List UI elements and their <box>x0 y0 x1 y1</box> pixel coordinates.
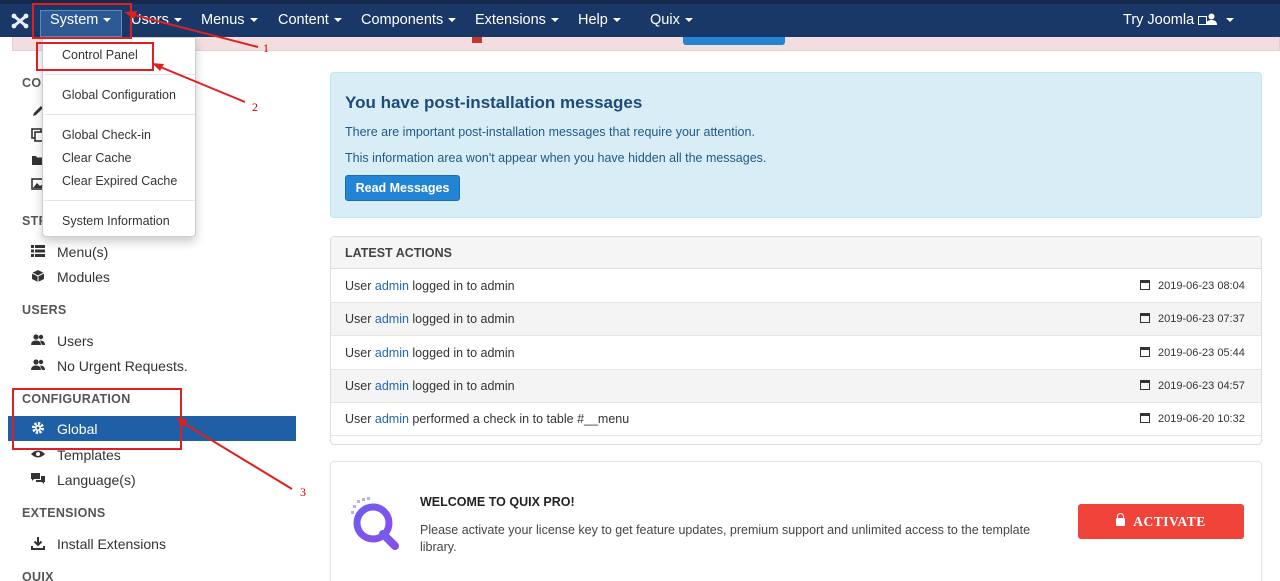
quix-logo-icon <box>349 496 403 550</box>
user-link[interactable]: admin <box>375 279 409 293</box>
nav-components[interactable]: Components <box>361 4 456 37</box>
chevron-down-icon <box>250 18 258 22</box>
dropdown-divider <box>44 114 195 115</box>
calendar-icon <box>1140 380 1150 390</box>
action-text: User admin logged in to admin <box>345 312 515 326</box>
nav-quix[interactable]: Quix <box>650 4 693 37</box>
table-row: User admin logged in to admin 2019-06-23… <box>331 303 1261 336</box>
chevron-down-icon <box>174 18 182 22</box>
alert-strip-button[interactable] <box>683 37 785 45</box>
sidebar-item-modules[interactable]: Modules <box>57 269 110 285</box>
chevron-down-icon <box>448 18 456 22</box>
user-link[interactable]: admin <box>375 379 409 393</box>
annotation-number-1: 1 <box>263 41 269 56</box>
quix-title: WELCOME TO QUIX PRO! <box>420 495 575 509</box>
chevron-down-icon <box>334 18 342 22</box>
nav-users[interactable]: Users <box>131 4 182 37</box>
action-date: 2019-06-23 04:57 <box>1140 380 1245 392</box>
action-text: User admin performed a check in to table… <box>345 412 629 426</box>
activate-button[interactable]: ACTIVATE <box>1078 504 1244 539</box>
nav-content[interactable]: Content <box>278 4 342 37</box>
chevron-down-icon <box>613 18 621 22</box>
comments-icon <box>31 472 45 486</box>
sidebar-item-menus[interactable]: Menu(s) <box>57 244 108 260</box>
dropdown-global-configuration[interactable]: Global Configuration <box>62 88 176 102</box>
sidebar-item-global[interactable] <box>8 416 296 441</box>
sidebar-heading-content: CO <box>22 76 41 90</box>
action-text: User admin logged in to admin <box>345 279 515 293</box>
nav-menus[interactable]: Menus <box>201 4 258 37</box>
joomla-logo-icon[interactable] <box>11 13 29 29</box>
postinstall-line-1: There are important post-installation me… <box>345 125 755 139</box>
user-link[interactable]: admin <box>375 312 409 326</box>
download-icon <box>31 536 45 550</box>
dropdown-control-panel[interactable]: Control Panel <box>62 48 138 62</box>
users-icon <box>31 358 45 372</box>
action-date: 2019-06-23 08:04 <box>1140 280 1245 292</box>
alert-strip <box>12 37 1280 51</box>
sidebar-heading-quix: QUIX <box>22 570 54 581</box>
quix-welcome-panel: WELCOME TO QUIX PRO! Please activate you… <box>330 461 1262 581</box>
sidebar-item-install-extensions[interactable]: Install Extensions <box>57 536 166 552</box>
sidebar-item-users[interactable]: Users <box>57 333 94 349</box>
action-date: 2019-06-23 07:37 <box>1140 313 1245 325</box>
latest-actions-panel: LATEST ACTIONS User admin logged in to a… <box>330 236 1262 445</box>
dropdown-clear-cache[interactable]: Clear Cache <box>62 151 131 165</box>
chevron-down-icon <box>685 18 693 22</box>
action-date: 2019-06-20 10:32 <box>1140 413 1245 425</box>
annotation-number-2: 2 <box>252 100 258 115</box>
postinstall-title: You have post-installation messages <box>345 93 642 113</box>
action-text: User admin logged in to admin <box>345 346 515 360</box>
cube-icon <box>31 269 45 283</box>
read-messages-button[interactable]: Read Messages <box>345 175 460 201</box>
user-link[interactable]: admin <box>375 412 409 426</box>
postinstall-message-box: You have post-installation messages Ther… <box>330 72 1262 218</box>
dropdown-divider <box>44 200 195 201</box>
calendar-icon <box>1140 280 1150 290</box>
postinstall-line-2: This information area won't appear when … <box>345 151 766 165</box>
dropdown-system-information[interactable]: System Information <box>62 214 170 228</box>
latest-actions-title: LATEST ACTIONS <box>345 246 452 260</box>
try-joomla-link[interactable]: Try Joomla <box>1123 4 1207 37</box>
sidebar-heading-users: USERS <box>22 303 67 317</box>
chevron-down-icon <box>1226 18 1234 22</box>
sidebar-item-languages[interactable]: Language(s) <box>57 472 136 488</box>
quix-description: Please activate your license key to get … <box>420 522 1040 556</box>
nav-extensions[interactable]: Extensions <box>475 4 559 37</box>
table-row: User admin performed a check in to table… <box>331 403 1261 436</box>
table-row: User admin logged in to admin 2019-06-23… <box>331 370 1261 403</box>
chevron-down-icon <box>103 18 111 22</box>
sidebar-heading-extensions: EXTENSIONS <box>22 506 106 520</box>
user-menu[interactable] <box>1206 4 1234 37</box>
list-icon <box>31 244 45 258</box>
calendar-icon <box>1140 313 1150 323</box>
alert-mark <box>472 37 482 43</box>
sidebar-item-templates[interactable]: Templates <box>57 447 121 463</box>
nav-system[interactable]: System <box>50 4 111 37</box>
lock-icon <box>1116 518 1125 526</box>
dropdown-divider <box>44 74 195 75</box>
nav-help[interactable]: Help <box>578 4 621 37</box>
table-row: User admin logged in to admin 2019-06-23… <box>331 270 1261 303</box>
top-navbar: System Users Menus Content Components Ex… <box>0 0 1280 37</box>
calendar-icon <box>1140 347 1150 357</box>
calendar-icon <box>1140 413 1150 423</box>
sidebar-heading-configuration: CONFIGURATION <box>22 392 131 406</box>
annotation-number-3: 3 <box>300 485 306 500</box>
user-icon <box>1206 13 1217 25</box>
user-link[interactable]: admin <box>375 346 409 360</box>
action-date: 2019-06-23 05:44 <box>1140 347 1245 359</box>
latest-actions-header: LATEST ACTIONS <box>331 237 1261 269</box>
users-icon <box>31 333 45 347</box>
system-dropdown: Control Panel Global Configuration Globa… <box>42 37 196 237</box>
table-row: User admin logged in to admin 2019-06-23… <box>331 337 1261 370</box>
dropdown-global-check-in[interactable]: Global Check-in <box>62 128 151 142</box>
eye-icon <box>31 447 45 461</box>
sidebar-item-urgent-requests[interactable]: No Urgent Requests. <box>57 358 188 374</box>
action-text: User admin logged in to admin <box>345 379 515 393</box>
gear-icon <box>31 421 45 435</box>
dropdown-clear-expired-cache[interactable]: Clear Expired Cache <box>62 174 177 188</box>
sidebar-item-global-label[interactable]: Global <box>57 421 97 437</box>
chevron-down-icon <box>551 18 559 22</box>
